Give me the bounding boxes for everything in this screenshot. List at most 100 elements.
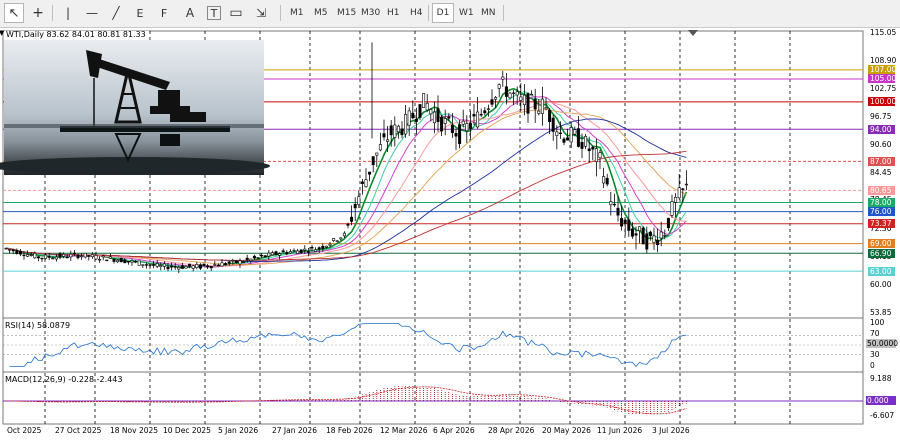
cursor-icon[interactable]: ↖ xyxy=(4,3,24,23)
timeframe-m1[interactable]: M1 xyxy=(287,3,307,23)
date-axis-label: 20 May 2026 xyxy=(542,426,591,435)
level-tag: 105.00 xyxy=(868,74,897,84)
candle xyxy=(346,223,350,226)
candle xyxy=(54,256,58,260)
candle xyxy=(364,179,368,188)
level-tag: 100.00 xyxy=(868,97,897,107)
text-icon[interactable]: A xyxy=(180,3,200,23)
label-icon[interactable]: T xyxy=(207,6,221,20)
candle xyxy=(18,251,22,255)
timeframe-mn[interactable]: MN xyxy=(478,3,499,23)
date-axis-label: 3 Jul 2026 xyxy=(652,426,690,435)
price-chart-canvas[interactable] xyxy=(0,28,900,441)
candle xyxy=(159,265,163,267)
candle xyxy=(501,76,505,80)
candle xyxy=(436,108,440,122)
candle xyxy=(548,109,552,122)
rsi-header: RSI(14) 58.0879 xyxy=(5,321,71,330)
date-axis-label: 18 Nov 2025 xyxy=(110,426,159,435)
candle xyxy=(177,266,181,270)
toolbar-divider xyxy=(503,5,504,21)
candle xyxy=(324,245,328,248)
candle xyxy=(641,227,645,245)
candle xyxy=(591,146,595,150)
timeframe-w1[interactable]: W1 xyxy=(456,3,477,23)
date-axis-label: 18 Feb 2026 xyxy=(326,426,373,435)
candle xyxy=(105,259,109,262)
candle xyxy=(15,250,19,254)
date-axis-label: 6 Apr 2026 xyxy=(433,426,475,435)
chart-shift-icon[interactable] xyxy=(688,30,698,36)
horizontal-line-icon[interactable]: — xyxy=(82,3,102,23)
candle xyxy=(162,263,166,267)
candle xyxy=(26,254,30,257)
trendline-icon[interactable]: ╱ xyxy=(106,3,126,23)
candle xyxy=(310,246,314,249)
candle xyxy=(569,127,573,143)
candle xyxy=(483,110,487,114)
candle xyxy=(72,252,76,255)
chart-window[interactable]: WTI,Daily 83.62 84.01 80.81 81.33 ▼ 115.… xyxy=(0,28,900,441)
candle xyxy=(166,266,170,270)
timeframe-m30[interactable]: M30 xyxy=(358,3,383,23)
fibonacci-icon[interactable]: F xyxy=(154,3,174,23)
timeframe-m15[interactable]: M15 xyxy=(334,3,359,23)
candle xyxy=(663,234,667,237)
price-axis-label: 60.00 xyxy=(870,279,892,289)
price-axis-label: 96.75 xyxy=(870,111,892,121)
oil-pump-photo xyxy=(0,40,270,175)
candle xyxy=(267,252,271,257)
candle xyxy=(522,94,526,106)
candle xyxy=(454,133,458,137)
candle xyxy=(659,231,663,239)
timeframe-h4[interactable]: H4 xyxy=(407,3,426,23)
candle xyxy=(332,238,336,241)
arrows-icon[interactable]: ⇲ xyxy=(250,3,272,23)
vertical-line-icon[interactable]: | xyxy=(58,3,78,23)
candle xyxy=(422,93,426,108)
candle xyxy=(357,196,361,205)
candle xyxy=(303,248,307,251)
candle xyxy=(134,260,138,263)
level-tag: 94.00 xyxy=(868,124,895,134)
shapes-icon[interactable]: ▭ xyxy=(226,3,246,23)
candle xyxy=(4,247,8,250)
candle xyxy=(98,258,102,261)
candle xyxy=(238,260,242,265)
macd-axis-min: -6.607 xyxy=(870,411,895,420)
candle xyxy=(526,93,530,114)
candle xyxy=(173,266,177,268)
candle xyxy=(292,250,296,252)
candle xyxy=(670,201,674,216)
date-axis-label: 10 Dec 2025 xyxy=(163,426,211,435)
timeframe-d1[interactable]: D1 xyxy=(432,3,454,23)
candle xyxy=(274,251,278,255)
crosshair-icon[interactable]: + xyxy=(28,3,48,23)
chart-header: WTI,Daily 83.62 84.01 80.81 81.33 xyxy=(6,30,146,39)
candle xyxy=(191,265,195,269)
candle xyxy=(555,131,559,136)
candle xyxy=(620,218,624,227)
chart-menu-icon[interactable]: ▼ xyxy=(0,29,4,37)
candle xyxy=(216,264,220,267)
timeframe-h1[interactable]: H1 xyxy=(384,3,403,23)
date-axis-label: 12 Mar 2026 xyxy=(380,426,428,435)
candle xyxy=(76,254,80,259)
candle xyxy=(69,253,73,258)
candle xyxy=(180,265,184,269)
date-axis-label: 11 Jun 2026 xyxy=(597,426,643,435)
candle xyxy=(80,255,84,258)
candle xyxy=(612,203,616,206)
candle xyxy=(108,256,112,259)
toolbar-divider xyxy=(428,5,429,21)
candle xyxy=(530,93,534,96)
candle xyxy=(33,253,37,259)
equidistant-channel-icon[interactable]: E xyxy=(130,3,150,23)
candle xyxy=(494,97,498,100)
candle xyxy=(360,181,364,184)
candle xyxy=(29,254,33,256)
candle xyxy=(580,142,584,149)
candle xyxy=(144,264,148,266)
timeframe-m5[interactable]: M5 xyxy=(311,3,331,23)
candle xyxy=(245,257,249,260)
